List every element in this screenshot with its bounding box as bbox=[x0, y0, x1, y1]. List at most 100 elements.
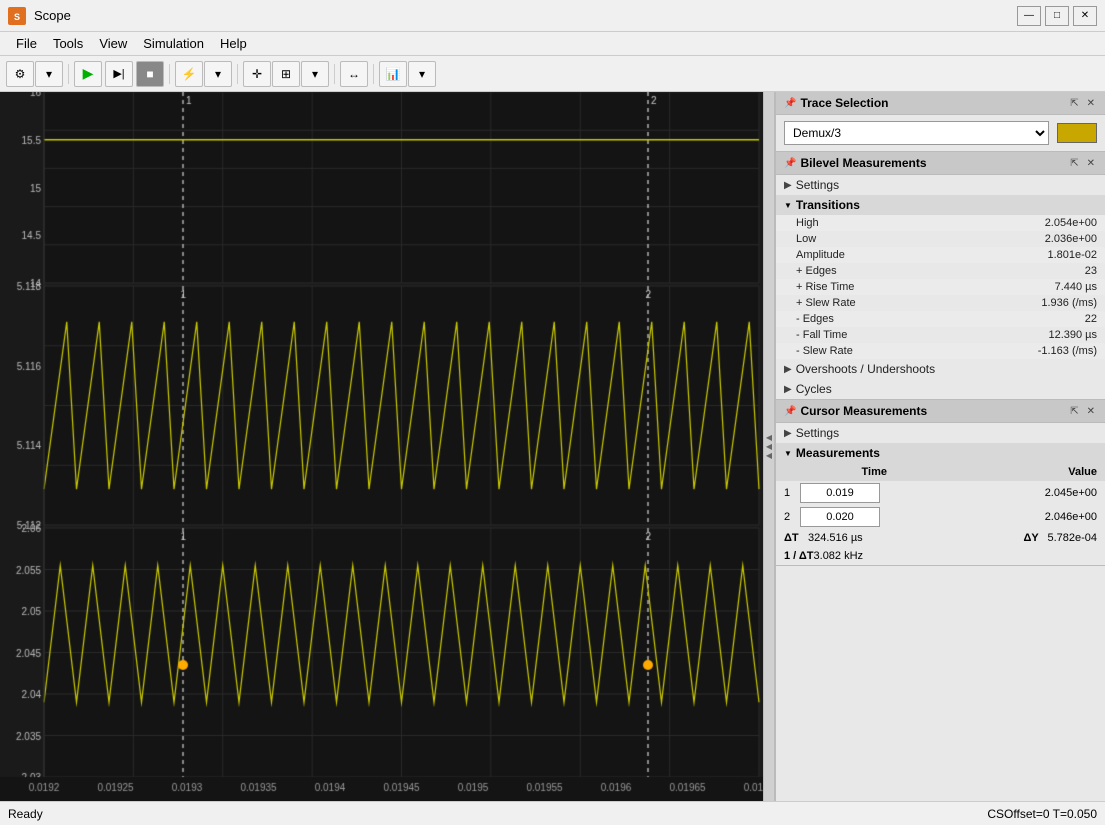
trace-close-btn[interactable]: ✕ bbox=[1085, 98, 1097, 109]
bilevel-header: 📌 Bilevel Measurements ⇱ ✕ bbox=[776, 152, 1105, 175]
bilevel-measurements: High2.054e+00Low2.036e+00Amplitude1.801e… bbox=[776, 215, 1105, 359]
collapse-handle[interactable]: ◀ ◀ ◀ bbox=[763, 92, 775, 801]
bilevel-title: Bilevel Measurements bbox=[800, 156, 926, 170]
right-panel: 📌 Trace Selection ⇱ ✕ Demux/3 Demux/1 De… bbox=[775, 92, 1105, 801]
cursor-btn[interactable]: ✛ bbox=[243, 61, 271, 87]
tb-sep-4 bbox=[334, 64, 335, 84]
trace-color-swatch bbox=[1057, 123, 1097, 143]
window-controls: — □ ✕ bbox=[1017, 6, 1097, 26]
meas-value-6: 22 bbox=[997, 313, 1097, 325]
trace-selection-section: 📌 Trace Selection ⇱ ✕ Demux/3 Demux/1 De… bbox=[776, 92, 1105, 152]
cursor-meas-header[interactable]: ▼ Measurements bbox=[776, 443, 1105, 463]
trace-dropdown[interactable]: Demux/3 Demux/1 Demux/2 bbox=[784, 121, 1049, 145]
trace-header-controls: ⇱ ✕ bbox=[1068, 98, 1097, 109]
overshoots-expand-icon: ▶ bbox=[784, 364, 792, 375]
meas-label-5: + Slew Rate bbox=[796, 297, 997, 309]
meas-row-3: + Edges23 bbox=[776, 263, 1105, 279]
cursor-meas-tri: ▼ bbox=[784, 449, 792, 458]
cursor-title: Cursor Measurements bbox=[800, 404, 927, 418]
cursor-idx-header-space bbox=[784, 466, 800, 478]
delta-y-value: 5.782e-04 bbox=[1047, 532, 1097, 544]
title-bar: S Scope — □ ✕ bbox=[0, 0, 1105, 32]
transitions-header[interactable]: ▼ Transitions bbox=[776, 195, 1105, 215]
meas-label-7: - Fall Time bbox=[796, 329, 997, 341]
meas-value-7: 12.390 µs bbox=[997, 329, 1097, 341]
cursor-2-time[interactable] bbox=[800, 507, 880, 527]
cursor-row-1: 1 2.045e+00 bbox=[776, 481, 1105, 505]
delta-y-label: ΔY bbox=[1023, 532, 1047, 544]
cycles-row[interactable]: ▶ Cycles bbox=[776, 379, 1105, 399]
cursor-col-headers: Time Value bbox=[776, 463, 1105, 481]
tb-dropdown[interactable]: ▾ bbox=[35, 61, 63, 87]
cursor-1-index: 1 bbox=[784, 487, 800, 499]
menu-simulation[interactable]: Simulation bbox=[135, 34, 212, 53]
cursor-pin-icon: 📌 bbox=[784, 406, 796, 417]
meas-value-0: 2.054e+00 bbox=[997, 217, 1097, 229]
delta-t-label: ΔT bbox=[784, 532, 808, 544]
stop-btn[interactable]: ■ bbox=[136, 61, 164, 87]
run-btn[interactable]: ▶ bbox=[74, 61, 102, 87]
collapse-arrow-1: ◀ bbox=[766, 433, 772, 442]
maximize-button[interactable]: □ bbox=[1045, 6, 1069, 26]
overshoots-label: Overshoots / Undershoots bbox=[796, 362, 935, 376]
meas-row-6: - Edges22 bbox=[776, 311, 1105, 327]
tb-dropdown-3[interactable]: ▾ bbox=[301, 61, 329, 87]
bilevel-expand-btn[interactable]: ⇱ bbox=[1068, 158, 1080, 169]
cursor-settings-row[interactable]: ▶ Settings bbox=[776, 423, 1105, 443]
meas-row-1: Low2.036e+00 bbox=[776, 231, 1105, 247]
menu-help[interactable]: Help bbox=[212, 34, 255, 53]
menu-view[interactable]: View bbox=[91, 34, 135, 53]
meas-value-3: 23 bbox=[997, 265, 1097, 277]
cursor-settings-label: Settings bbox=[796, 426, 839, 440]
cursor-header: 📌 Cursor Measurements ⇱ ✕ bbox=[776, 400, 1105, 423]
tb-sep-5 bbox=[373, 64, 374, 84]
bilevel-header-left: 📌 Bilevel Measurements bbox=[784, 156, 927, 170]
cursor-expand-btn[interactable]: ⇱ bbox=[1068, 406, 1080, 417]
meas-row-8: - Slew Rate-1.163 (/ms) bbox=[776, 343, 1105, 359]
minimize-button[interactable]: — bbox=[1017, 6, 1041, 26]
signal-btn[interactable]: ⚡ bbox=[175, 61, 203, 87]
status-bar: Ready CSOffset=0 T=0.050 bbox=[0, 801, 1105, 825]
trace-selection-header: 📌 Trace Selection ⇱ ✕ bbox=[776, 92, 1105, 115]
settings-row[interactable]: ▶ Settings bbox=[776, 175, 1105, 195]
fit-btn[interactable]: ⊞ bbox=[272, 61, 300, 87]
menu-tools[interactable]: Tools bbox=[45, 34, 91, 53]
meas-label-2: Amplitude bbox=[796, 249, 997, 261]
cursor-meas-label: Measurements bbox=[796, 446, 880, 460]
toolbar-group-2: ⚡ ▾ bbox=[175, 61, 232, 87]
meas-value-5: 1.936 (/ms) bbox=[997, 297, 1097, 309]
zoom-btn[interactable]: ↔ bbox=[340, 61, 368, 87]
cursor-1-value: 2.045e+00 bbox=[880, 487, 1097, 499]
meas-row-4: + Rise Time7.440 µs bbox=[776, 279, 1105, 295]
meas-label-3: + Edges bbox=[796, 265, 997, 277]
cursor-close-btn[interactable]: ✕ bbox=[1085, 406, 1097, 417]
tb-dropdown-4[interactable]: ▾ bbox=[408, 61, 436, 87]
close-button[interactable]: ✕ bbox=[1073, 6, 1097, 26]
toolbar-group-4: 📊 ▾ bbox=[379, 61, 436, 87]
step-btn[interactable]: ▶| bbox=[105, 61, 133, 87]
toolbar: ⚙ ▾ ▶ ▶| ■ ⚡ ▾ ✛ ⊞ ▾ ↔ 📊 ▾ bbox=[0, 56, 1105, 92]
settings-btn[interactable]: ⚙ bbox=[6, 61, 34, 87]
cursor-2-value: 2.046e+00 bbox=[880, 511, 1097, 523]
cursor-1-time[interactable] bbox=[800, 483, 880, 503]
svg-text:S: S bbox=[14, 12, 20, 22]
tb-sep-1 bbox=[68, 64, 69, 84]
menu-file[interactable]: File bbox=[8, 34, 45, 53]
delta-t-value: 324.516 µs bbox=[808, 532, 863, 544]
status-left: Ready bbox=[8, 807, 43, 821]
collapse-arrow-3: ◀ bbox=[766, 451, 772, 460]
cursor-value-header: Value bbox=[949, 466, 1098, 478]
meas-label-0: High bbox=[796, 217, 997, 229]
cursor-header-left: 📌 Cursor Measurements bbox=[784, 404, 927, 418]
transitions-label: Transitions bbox=[796, 198, 860, 212]
meas-row-7: - Fall Time12.390 µs bbox=[776, 327, 1105, 343]
overshoots-row[interactable]: ▶ Overshoots / Undershoots bbox=[776, 359, 1105, 379]
delta-row: ΔT 324.516 µs ΔY 5.782e-04 bbox=[776, 529, 1105, 547]
main-content: ◀ ◀ ◀ 📌 Trace Selection ⇱ ✕ Demux/3 Demu bbox=[0, 92, 1105, 801]
tb-dropdown-2[interactable]: ▾ bbox=[204, 61, 232, 87]
trace-pin-icon: 📌 bbox=[784, 98, 796, 109]
meas-btn[interactable]: 📊 bbox=[379, 61, 407, 87]
scope-canvas[interactable] bbox=[0, 92, 763, 801]
bilevel-close-btn[interactable]: ✕ bbox=[1085, 158, 1097, 169]
trace-expand-btn[interactable]: ⇱ bbox=[1068, 98, 1080, 109]
